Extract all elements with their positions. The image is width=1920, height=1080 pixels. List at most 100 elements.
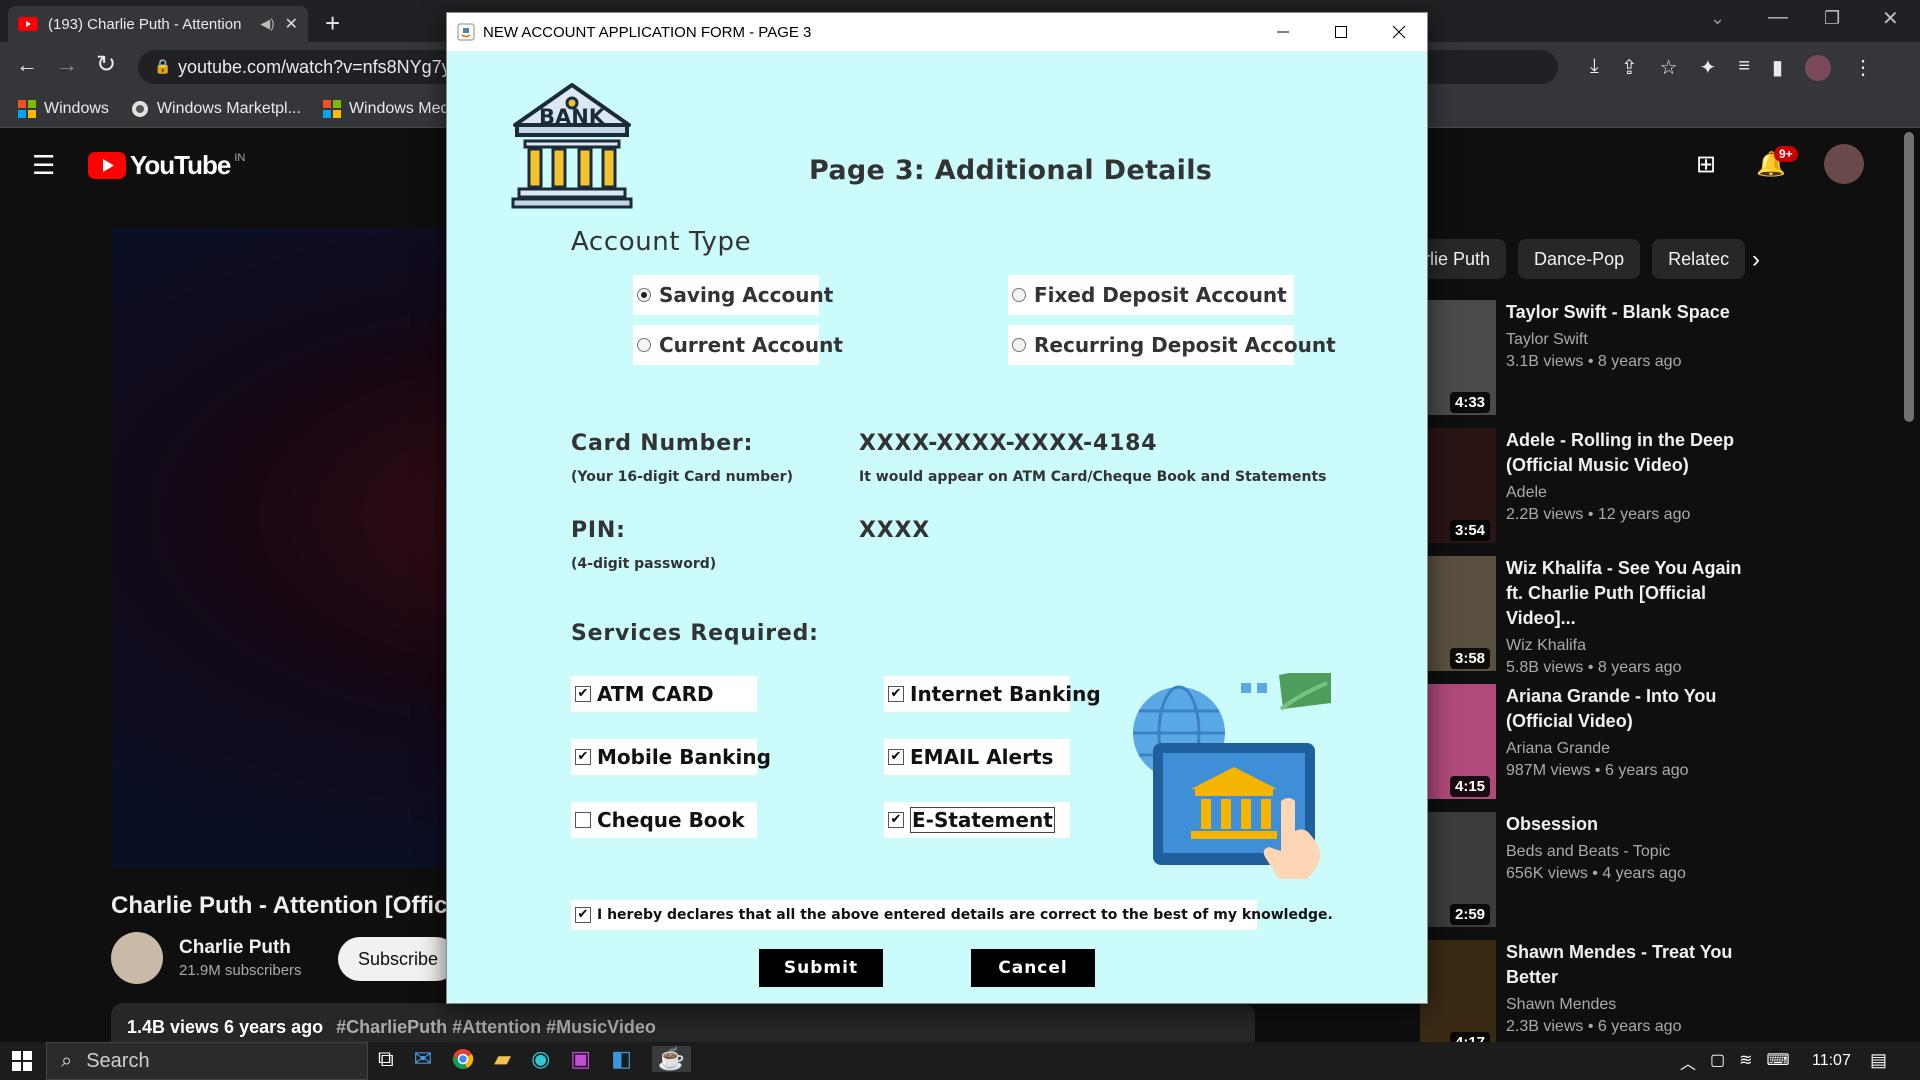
radio-button-selected[interactable] bbox=[637, 288, 651, 302]
list-item[interactable]: 4:15 Ariana Grande - Into You (Official … bbox=[1420, 684, 1920, 804]
rec-title[interactable]: Taylor Swift - Blank Space bbox=[1506, 300, 1756, 325]
browser-tab-active[interactable]: (193) Charlie Puth - Attention ◀) ✕ bbox=[8, 6, 308, 42]
rec-channel[interactable]: Wiz Khalifa bbox=[1506, 635, 1756, 657]
java-app-icon[interactable]: ☕ bbox=[651, 1046, 692, 1072]
taskbar-search-box[interactable]: ⌕ Search bbox=[46, 1042, 368, 1080]
chevron-up-icon[interactable]: ︿ bbox=[1680, 1050, 1696, 1074]
rec-title[interactable]: Obsession bbox=[1506, 812, 1756, 837]
bookmark-windows-marketplace[interactable]: Windows Marketpl... bbox=[131, 100, 301, 118]
browser-menu-icon[interactable]: ⋮ bbox=[1853, 55, 1873, 81]
task-view-icon[interactable]: ⧉ bbox=[378, 1046, 394, 1072]
checkbox-cheque-book[interactable]: Cheque Book bbox=[571, 802, 757, 838]
channel-row: Charlie Puth 21.9M subscribers bbox=[111, 932, 302, 984]
notification-center-icon[interactable]: ▤ bbox=[1870, 1050, 1887, 1071]
radio-current-account[interactable]: Current Account bbox=[633, 325, 843, 365]
checkbox-unchecked[interactable] bbox=[575, 812, 591, 828]
hashtags[interactable]: #CharliePuth #Attention #MusicVideo bbox=[336, 1017, 656, 1037]
chevron-right-icon[interactable]: › bbox=[1752, 246, 1760, 274]
youtube-wordmark: YouTube bbox=[130, 150, 231, 180]
new-tab-button[interactable]: + bbox=[325, 8, 340, 39]
file-explorer-icon[interactable]: ▰ bbox=[494, 1046, 511, 1072]
wifi-icon[interactable]: ≋ bbox=[1739, 1050, 1752, 1074]
radio-fixed-deposit-account[interactable]: Fixed Deposit Account bbox=[1008, 275, 1294, 315]
account-avatar[interactable] bbox=[1824, 144, 1864, 184]
list-item[interactable]: 3:54 Adele - Rolling in the Deep (Offici… bbox=[1420, 428, 1920, 548]
keyboard-icon[interactable]: ⌨ bbox=[1767, 1050, 1790, 1074]
bookmark-windows-media[interactable]: Windows Medi bbox=[322, 99, 453, 118]
window-title-bar[interactable]: NEW ACCOUNT APPLICATION FORM - PAGE 3 bbox=[447, 13, 1427, 51]
chip-dance-pop[interactable]: Dance-Pop bbox=[1518, 239, 1641, 279]
declaration-checkbox[interactable]: ✔ I hereby declares that all the above e… bbox=[571, 900, 1333, 930]
tab-search-icon[interactable]: ⌄ bbox=[1710, 8, 1725, 29]
maximize-button[interactable] bbox=[1313, 13, 1369, 51]
taskbar-clock[interactable]: 11:07 bbox=[1812, 1042, 1851, 1080]
list-item[interactable]: 3:58 Wiz Khalifa - See You Again ft. Cha… bbox=[1420, 556, 1920, 676]
checkbox-e-statement[interactable]: ✔ E-Statement bbox=[884, 802, 1070, 838]
radio-saving-account[interactable]: Saving Account bbox=[633, 275, 833, 315]
extensions-icon[interactable]: ✦ bbox=[1700, 55, 1717, 81]
meet-now-icon[interactable]: ▢ bbox=[1710, 1050, 1725, 1074]
install-icon[interactable]: ⤓ bbox=[1590, 55, 1599, 81]
checkbox-checked[interactable]: ✔ bbox=[575, 749, 591, 765]
checkbox-mobile-banking[interactable]: ✔ Mobile Banking bbox=[571, 739, 771, 775]
back-button[interactable]: ← bbox=[16, 52, 38, 78]
checkbox-atm-card[interactable]: ✔ ATM CARD bbox=[571, 676, 757, 712]
rec-channel[interactable]: Adele bbox=[1506, 482, 1756, 504]
rec-title[interactable]: Wiz Khalifa - See You Again ft. Charlie … bbox=[1506, 556, 1756, 631]
rec-channel[interactable]: Beds and Beats - Topic bbox=[1506, 841, 1756, 863]
checkbox-checked[interactable]: ✔ bbox=[888, 812, 904, 828]
checkbox-label: ATM CARD bbox=[597, 682, 714, 706]
share-icon[interactable]: ⇪ bbox=[1621, 55, 1638, 81]
subscribe-button[interactable]: Subscribe bbox=[338, 937, 458, 981]
channel-avatar[interactable] bbox=[111, 932, 163, 984]
tab-close-icon[interactable]: ✕ bbox=[285, 14, 298, 34]
checkbox-internet-banking[interactable]: ✔ Internet Banking bbox=[884, 676, 1101, 712]
list-item[interactable]: 4:33 Taylor Swift - Blank Space Taylor S… bbox=[1420, 300, 1920, 420]
hamburger-menu-icon[interactable]: ☰ bbox=[32, 150, 55, 181]
close-browser-button[interactable]: ✕ bbox=[1882, 6, 1899, 31]
rec-title[interactable]: Ariana Grande - Into You (Official Video… bbox=[1506, 684, 1756, 734]
chip-related[interactable]: Relatec bbox=[1652, 239, 1746, 279]
minimize-browser-button[interactable]: — bbox=[1768, 6, 1788, 29]
subscriber-count: 21.9M subscribers bbox=[179, 962, 302, 979]
checkbox-checked[interactable]: ✔ bbox=[575, 686, 591, 702]
rec-title[interactable]: Adele - Rolling in the Deep (Official Mu… bbox=[1506, 428, 1756, 478]
rec-channel[interactable]: Ariana Grande bbox=[1506, 738, 1756, 760]
cancel-button[interactable]: Cancel bbox=[971, 949, 1095, 987]
radio-recurring-deposit-account[interactable]: Recurring Deposit Account bbox=[1008, 325, 1336, 365]
radio-button[interactable] bbox=[637, 338, 651, 352]
close-button[interactable] bbox=[1371, 13, 1427, 51]
restore-browser-button[interactable]: ❐ bbox=[1824, 8, 1840, 29]
radio-button[interactable] bbox=[1012, 288, 1026, 302]
checkbox-email-alerts[interactable]: ✔ EMAIL Alerts bbox=[884, 739, 1070, 775]
forward-button[interactable]: → bbox=[56, 52, 78, 78]
page-scrollbar[interactable] bbox=[1904, 132, 1914, 422]
media-control-icon[interactable]: ≡ bbox=[1738, 55, 1750, 81]
submit-button[interactable]: Submit bbox=[759, 949, 883, 987]
intellij-icon[interactable]: ▣ bbox=[570, 1046, 591, 1072]
edge-icon[interactable]: ◉ bbox=[531, 1046, 550, 1072]
channel-name[interactable]: Charlie Puth bbox=[179, 937, 302, 959]
checkbox-checked[interactable]: ✔ bbox=[888, 686, 904, 702]
youtube-logo[interactable]: YouTube IN bbox=[88, 150, 245, 181]
list-item[interactable]: 2:59 Obsession Beds and Beats - Topic 65… bbox=[1420, 812, 1920, 932]
create-video-icon[interactable]: ⊞ bbox=[1696, 150, 1716, 179]
rec-title[interactable]: Shawn Mendes - Treat You Better bbox=[1506, 940, 1756, 990]
chrome-icon[interactable] bbox=[452, 1048, 474, 1070]
java-window-icon bbox=[457, 23, 475, 41]
speaker-icon[interactable]: ◀) bbox=[260, 16, 274, 32]
radio-button[interactable] bbox=[1012, 338, 1026, 352]
checkbox-checked[interactable]: ✔ bbox=[888, 749, 904, 765]
vscode-icon[interactable]: ◧ bbox=[611, 1046, 632, 1072]
mail-icon[interactable]: ✉ bbox=[414, 1046, 432, 1072]
side-panel-icon[interactable]: ▮ bbox=[1772, 55, 1783, 81]
minimize-button[interactable] bbox=[1255, 13, 1311, 51]
reload-button[interactable]: ↻ bbox=[96, 50, 116, 79]
bookmark-windows[interactable]: Windows bbox=[18, 99, 109, 118]
bookmark-star-icon[interactable]: ☆ bbox=[1660, 55, 1678, 81]
rec-channel[interactable]: Shawn Mendes bbox=[1506, 994, 1756, 1016]
rec-channel[interactable]: Taylor Swift bbox=[1506, 329, 1756, 351]
profile-avatar-icon[interactable] bbox=[1805, 55, 1831, 81]
start-button[interactable] bbox=[12, 1051, 32, 1071]
checkbox-checked[interactable]: ✔ bbox=[575, 907, 591, 923]
